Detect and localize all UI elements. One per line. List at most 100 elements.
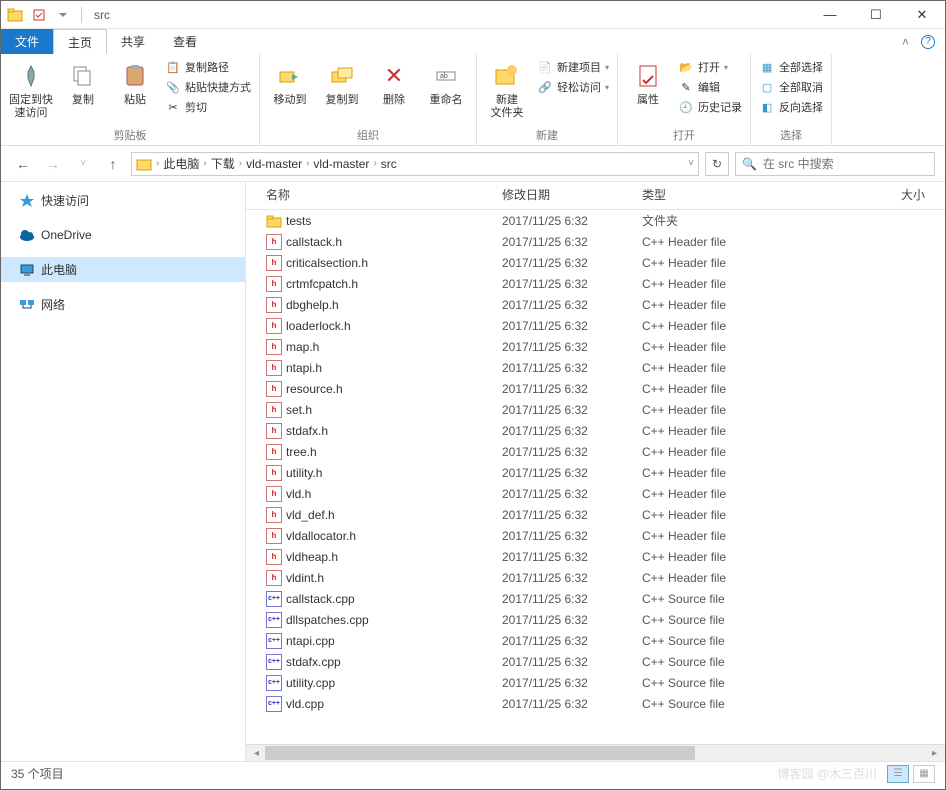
rename-button[interactable]: ab重命名 [422, 56, 470, 107]
history-button[interactable]: 🕘历史记录 [676, 98, 744, 116]
ribbon-collapse-icon[interactable]: ˄ [902, 35, 909, 49]
file-row[interactable]: c++ntapi.cpp2017/11/25 6:32C++ Source fi… [246, 630, 945, 651]
file-row[interactable]: tests2017/11/25 6:32文件夹 [246, 210, 945, 231]
minimize-button[interactable]: — [807, 1, 853, 29]
h-icon: h [266, 486, 282, 502]
invert-selection-button[interactable]: ◧反向选择 [757, 98, 825, 116]
recent-dropdown[interactable]: ˅ [71, 152, 95, 176]
file-row[interactable]: hresource.h2017/11/25 6:32C++ Header fil… [246, 378, 945, 399]
file-date: 2017/11/25 6:32 [502, 571, 642, 585]
new-item-button[interactable]: 📄新建项目▾ [535, 58, 611, 76]
sidebar-item-cloud[interactable]: OneDrive [1, 223, 245, 247]
file-row[interactable]: hvld_def.h2017/11/25 6:32C++ Header file [246, 504, 945, 525]
tab-view[interactable]: 查看 [159, 29, 211, 54]
crumb-pc[interactable]: 此电脑 [163, 155, 199, 172]
file-row[interactable]: c++stdafx.cpp2017/11/25 6:32C++ Source f… [246, 651, 945, 672]
file-list[interactable]: tests2017/11/25 6:32文件夹 h callstack.h 2017/… [246, 210, 945, 744]
crumb-vld1[interactable]: vld-master [246, 157, 302, 171]
select-none-button[interactable]: ▢全部取消 [757, 78, 825, 96]
file-type: C++ Header file [642, 529, 822, 543]
search-box[interactable]: 🔍 [735, 152, 935, 176]
copy-button[interactable]: 复制 [59, 56, 107, 107]
select-all-button[interactable]: ▦全部选择 [757, 58, 825, 76]
sidebar-item-star[interactable]: 快速访问 [1, 188, 245, 213]
file-row[interactable]: hloaderlock.h2017/11/25 6:32C++ Header f… [246, 315, 945, 336]
crumb-src[interactable]: src [381, 157, 397, 171]
up-button[interactable]: ↑ [101, 152, 125, 176]
col-type[interactable]: 类型 [642, 186, 822, 203]
easy-access-button[interactable]: 🔗轻松访问▾ [535, 78, 611, 96]
crumb-vld2[interactable]: vld-master [313, 157, 369, 171]
close-button[interactable]: ✕ [899, 1, 945, 29]
file-row[interactable]: hcriticalsection.h2017/11/25 6:32C++ Hea… [246, 252, 945, 273]
cut-button[interactable]: ✂剪切 [163, 98, 253, 116]
file-date: 2017/11/25 6:32 [502, 676, 642, 690]
open-button[interactable]: 📂打开▾ [676, 58, 744, 76]
file-name: callstack.h [286, 235, 342, 249]
paste-shortcut-button[interactable]: 📎粘贴快捷方式 [163, 78, 253, 96]
search-input[interactable] [763, 157, 928, 171]
col-size[interactable]: 大小 [822, 186, 945, 203]
new-folder-button[interactable]: 新建 文件夹 [483, 56, 531, 120]
column-headers[interactable]: 名称 修改日期 类型 大小 [246, 182, 945, 210]
file-row[interactable]: c++dllspatches.cpp2017/11/25 6:32C++ Sou… [246, 609, 945, 630]
cloud-icon [19, 227, 35, 243]
sidebar-item-net[interactable]: 网络 [1, 292, 245, 317]
file-row[interactable]: hvldint.h2017/11/25 6:32C++ Header file [246, 567, 945, 588]
pin-button[interactable]: 固定到快 速访问 [7, 56, 55, 120]
breadcrumb[interactable]: › 此电脑› 下载› vld-master› vld-master› src ˅ [131, 152, 699, 176]
file-row[interactable]: c++utility.cpp2017/11/25 6:32C++ Source … [246, 672, 945, 693]
file-row[interactable]: hset.h2017/11/25 6:32C++ Header file [246, 399, 945, 420]
file-row[interactable]: htree.h2017/11/25 6:32C++ Header file [246, 441, 945, 462]
back-button[interactable]: ← [11, 152, 35, 176]
view-details-button[interactable]: ☰ [887, 765, 909, 783]
maximize-button[interactable]: ☐ [853, 1, 899, 29]
col-date[interactable]: 修改日期 [502, 186, 642, 203]
group-clipboard: 固定到快 速访问 复制 粘贴 📋复制路径 📎粘贴快捷方式 ✂剪切 剪贴板 [1, 54, 260, 145]
delete-button[interactable]: ✕删除 [370, 56, 418, 107]
h-icon: h [266, 423, 282, 439]
file-row[interactable]: hmap.h2017/11/25 6:32C++ Header file [246, 336, 945, 357]
sidebar-item-pc[interactable]: 此电脑 [1, 257, 245, 282]
breadcrumb-dropdown-icon[interactable]: ˅ [688, 158, 694, 169]
file-date: 2017/11/25 6:32 [502, 592, 642, 606]
properties-button[interactable]: 属性 [624, 56, 672, 107]
qat-dropdown-icon[interactable] [53, 5, 73, 25]
file-row[interactable]: c++callstack.cpp2017/11/25 6:32C++ Sourc… [246, 588, 945, 609]
file-row[interactable]: hcrtmfcpatch.h2017/11/25 6:32C++ Header … [246, 273, 945, 294]
tab-home[interactable]: 主页 [53, 29, 107, 54]
file-type: C++ Header file [642, 382, 822, 396]
file-row[interactable]: hstdafx.h2017/11/25 6:32C++ Header file [246, 420, 945, 441]
copy-to-button[interactable]: 复制到 [318, 56, 366, 107]
refresh-button[interactable]: ↻ [705, 152, 729, 176]
file-type: C++ Source file [642, 613, 822, 627]
help-icon[interactable]: ? [921, 35, 935, 49]
file-row[interactable]: hntapi.h2017/11/25 6:32C++ Header file [246, 357, 945, 378]
crumb-downloads[interactable]: 下载 [211, 155, 235, 172]
window-title: src [90, 8, 110, 22]
col-name[interactable]: 名称 [246, 186, 502, 203]
file-row[interactable]: hcallstack.h2017/11/25 6:32C++ Header fi… [246, 231, 945, 252]
move-to-button[interactable]: 移动到 [266, 56, 314, 107]
watermark: 博客园 @木三百川 [777, 765, 883, 782]
tab-file[interactable]: 文件 [1, 29, 53, 54]
tab-share[interactable]: 共享 [107, 29, 159, 54]
file-row[interactable]: hdbghelp.h2017/11/25 6:32C++ Header file [246, 294, 945, 315]
paste-button[interactable]: 粘贴 [111, 56, 159, 107]
file-row[interactable]: hvldheap.h2017/11/25 6:32C++ Header file [246, 546, 945, 567]
file-row[interactable]: hutility.h2017/11/25 6:32C++ Header file [246, 462, 945, 483]
file-date: 2017/11/25 6:32 [502, 319, 642, 333]
forward-button[interactable]: → [41, 152, 65, 176]
copy-path-button[interactable]: 📋复制路径 [163, 58, 253, 76]
file-date: 2017/11/25 6:32 [502, 508, 642, 522]
horizontal-scrollbar[interactable]: ◂▸ [246, 744, 945, 761]
h-icon: h [266, 234, 282, 250]
file-date: 2017/11/25 6:32 [502, 445, 642, 459]
file-row[interactable]: c++vld.cpp2017/11/25 6:32C++ Source file [246, 693, 945, 714]
qat-properties-icon[interactable] [29, 5, 49, 25]
file-name: utility.cpp [286, 676, 335, 690]
edit-button[interactable]: ✎编辑 [676, 78, 744, 96]
file-row[interactable]: hvld.h2017/11/25 6:32C++ Header file [246, 483, 945, 504]
view-icons-button[interactable]: ▦ [913, 765, 935, 783]
file-row[interactable]: hvldallocator.h2017/11/25 6:32C++ Header… [246, 525, 945, 546]
